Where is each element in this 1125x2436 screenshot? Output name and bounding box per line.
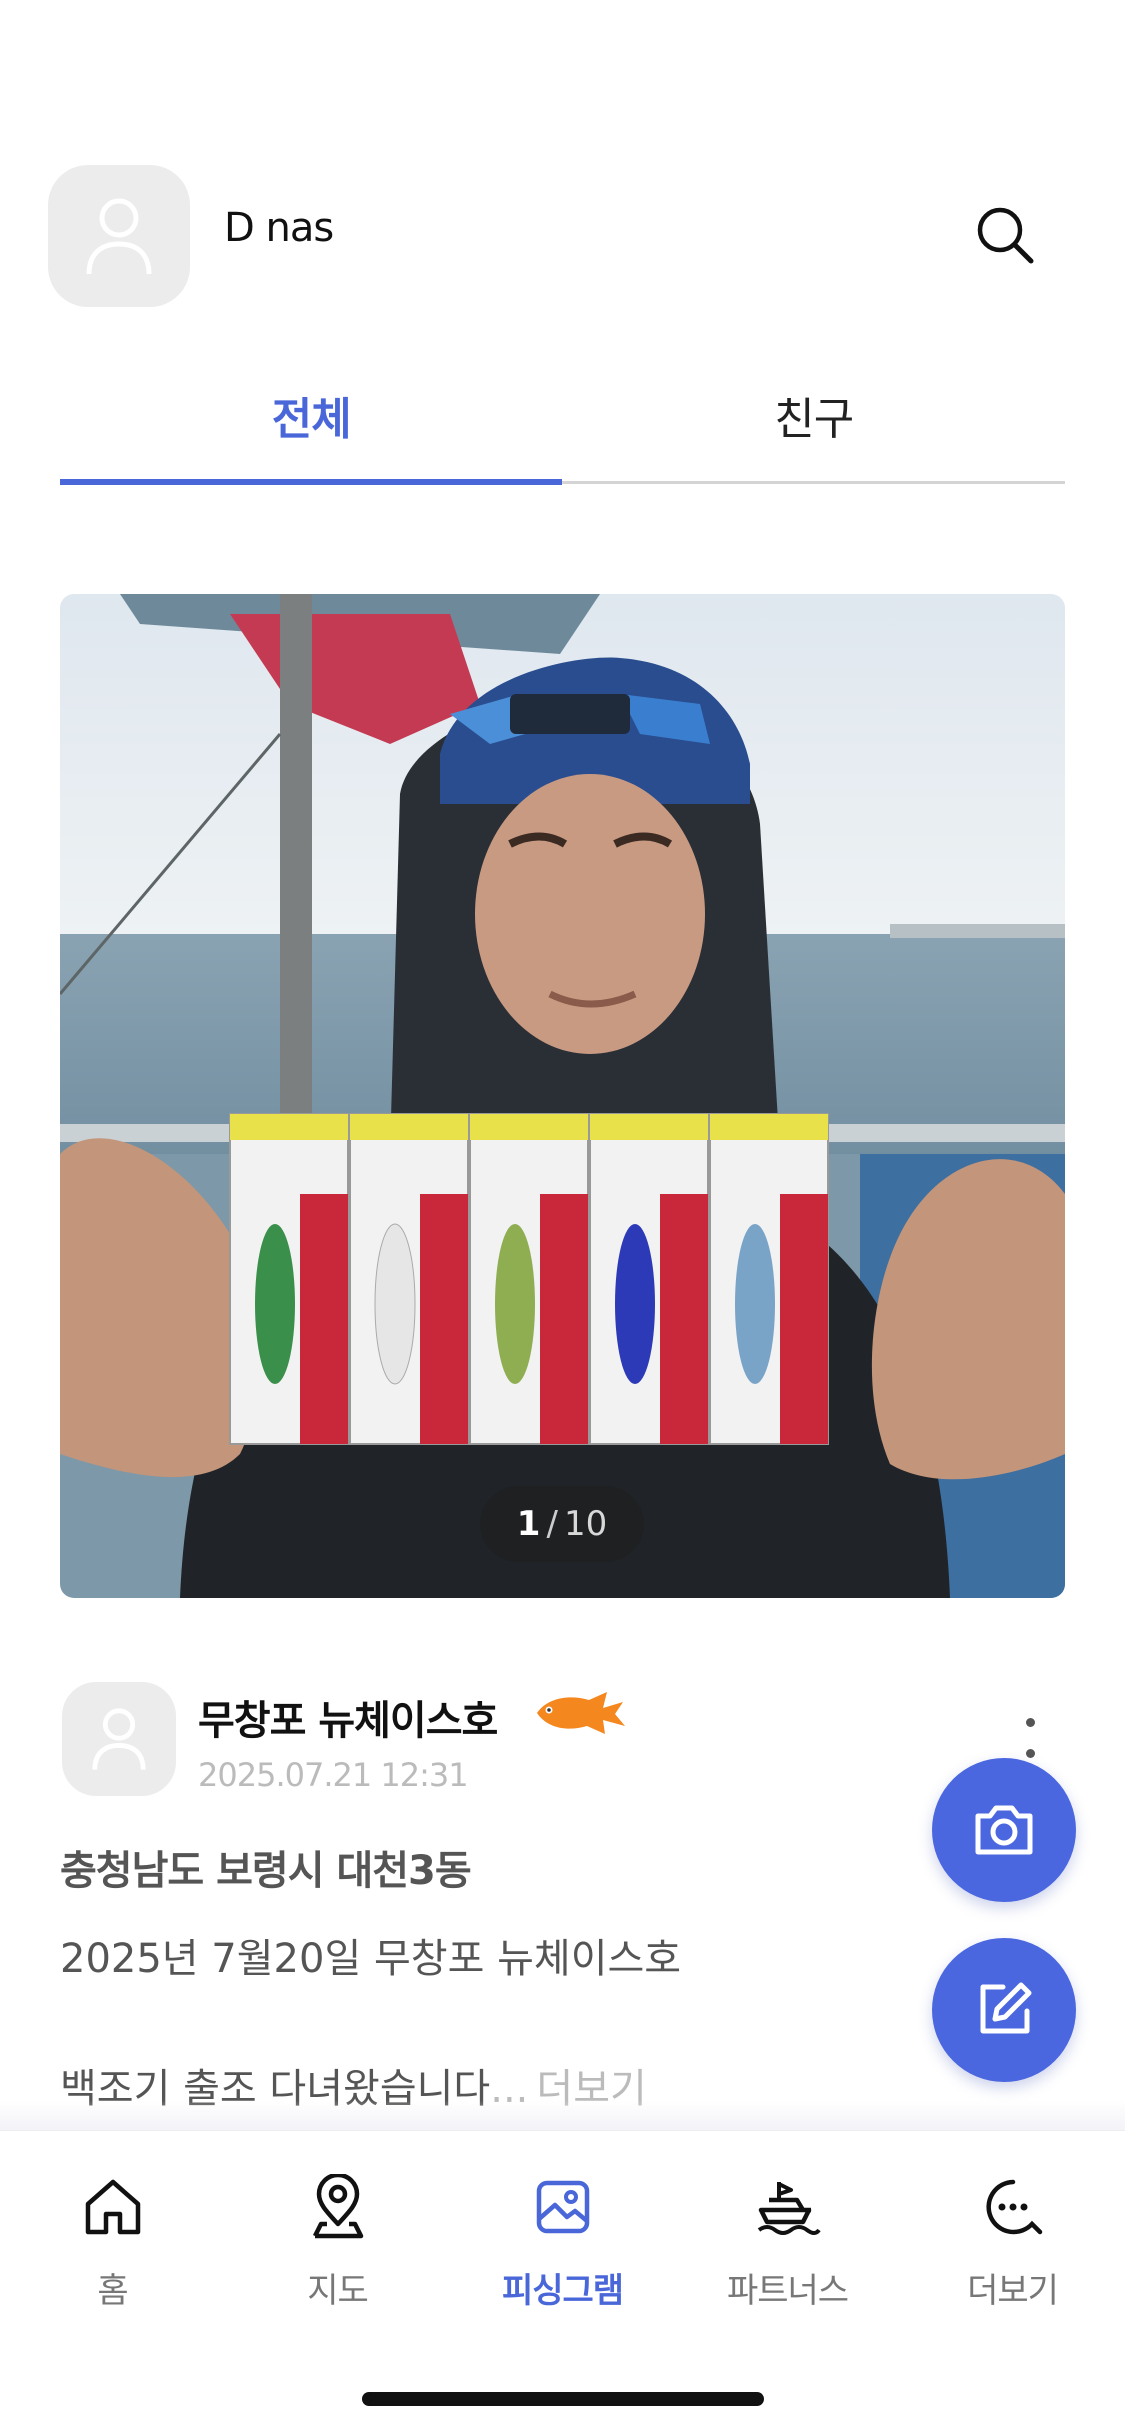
photo-counter-current: 1 (516, 1504, 541, 1544)
image-icon (527, 2171, 599, 2243)
tab-all[interactable]: 전체 (60, 380, 563, 488)
nav-item-fishingram[interactable]: 피싱그램 (450, 2171, 675, 2341)
photo-counter-separator: / (546, 1504, 558, 1544)
post-photo[interactable] (60, 594, 1065, 1598)
nav-label: 파트너스 (726, 2271, 849, 2311)
camera-fab-button[interactable] (932, 1758, 1076, 1902)
angler-photo-image (60, 594, 1065, 1598)
nav-item-partners[interactable]: 파트너스 (675, 2171, 900, 2341)
camera-icon (975, 1805, 1033, 1855)
nav-label: 피싱그램 (501, 2271, 624, 2311)
boat-icon (752, 2171, 824, 2243)
map-pin-icon (302, 2171, 374, 2243)
photo-counter-total: 10 (563, 1504, 608, 1544)
home-icon (77, 2171, 149, 2243)
nav-label: 더보기 (967, 2271, 1059, 2311)
nav-item-map[interactable]: 지도 (225, 2171, 450, 2341)
nav-label: 지도 (307, 2271, 369, 2311)
chat-more-icon (977, 2171, 1049, 2243)
nav-label: 홈 (97, 2271, 128, 2311)
edit-icon (980, 1982, 1032, 2034)
search-button[interactable] (970, 200, 1040, 270)
more-dot-icon (1025, 1718, 1035, 1727)
post-author-avatar[interactable] (62, 1682, 176, 1796)
write-post-fab-button[interactable] (932, 1938, 1076, 2082)
tab-friends[interactable]: 친구 (563, 380, 1066, 488)
fish-badge-icon (533, 1690, 627, 1740)
content-fade (0, 2100, 1125, 2130)
profile-name: D nas (224, 205, 334, 251)
nav-item-home[interactable]: 홈 (0, 2171, 225, 2341)
post-body-line: 2025년 7월20일 무창포 뉴체이스호 (60, 1936, 682, 1982)
search-icon (977, 207, 1034, 264)
user-icon (86, 198, 152, 275)
feed-tabs: 전체 친구 (60, 380, 1065, 488)
bottom-nav-bar: 홈 지도 피싱그램 파트너스 더보기 (0, 2130, 1125, 2436)
more-dot-icon (1025, 1748, 1035, 1758)
nav-item-more[interactable]: 더보기 (900, 2171, 1125, 2341)
post-location: 충청남도 보령시 대천3동 (60, 1848, 472, 1894)
user-icon (92, 1708, 146, 1770)
tab-active-indicator (60, 479, 562, 485)
post-author-name[interactable]: 무창포 뉴체이스호 (198, 1688, 498, 1746)
photo-counter: 1 / 10 (480, 1486, 644, 1562)
profile-avatar[interactable] (48, 165, 190, 307)
post-date: 2025.07.21 12:31 (198, 1756, 469, 1794)
home-indicator[interactable] (362, 2392, 764, 2406)
